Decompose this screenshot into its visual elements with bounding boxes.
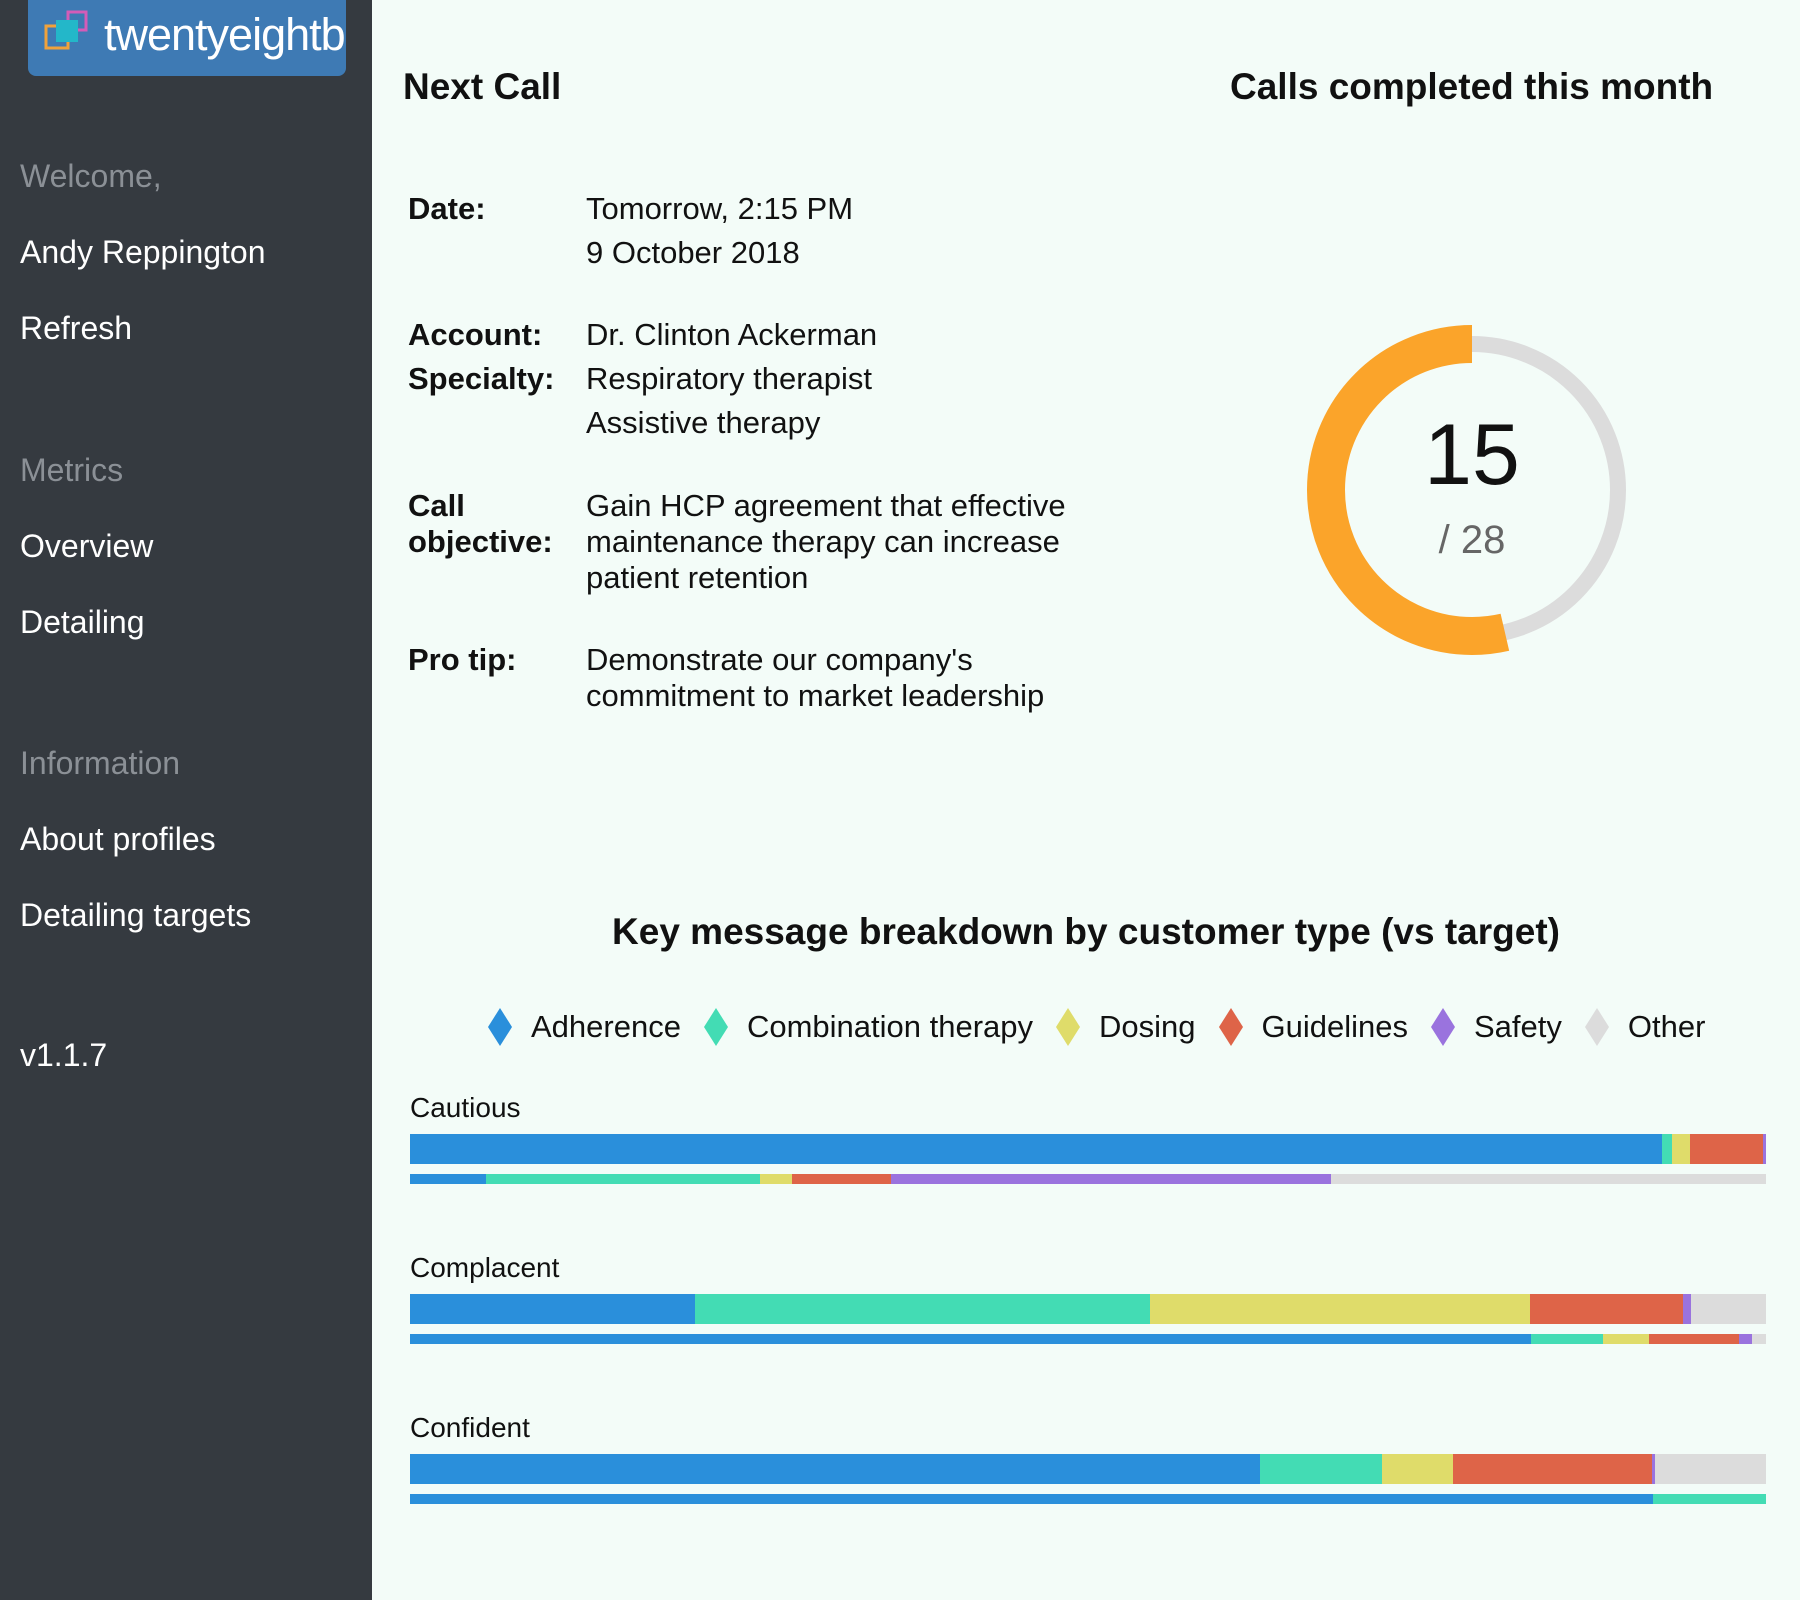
legend-item: Adherence xyxy=(487,1006,681,1048)
actual-segment[interactable] xyxy=(1661,1134,1673,1164)
bar-row: Complacent xyxy=(410,1252,1766,1344)
target-bar xyxy=(410,1334,1766,1344)
specialty-value-2: Assistive therapy xyxy=(586,405,821,440)
legend-item: Combination therapy xyxy=(703,1006,1033,1048)
target-segment[interactable] xyxy=(1603,1334,1650,1344)
calls-completed-count: 15 xyxy=(1424,407,1520,503)
target-segment[interactable] xyxy=(891,1174,1331,1184)
legend-label: Guidelines xyxy=(1261,1009,1408,1044)
legend-swatch xyxy=(488,1008,512,1046)
welcome-label: Welcome, xyxy=(20,158,162,194)
actual-segment[interactable] xyxy=(1672,1134,1691,1164)
target-segment[interactable] xyxy=(1738,1334,1753,1344)
sidebar-item-detailing[interactable]: Detailing xyxy=(20,604,145,641)
sidebar-item-detailing-targets[interactable]: Detailing targets xyxy=(20,897,251,934)
sidebar: twentyeightb Welcome, Andy Reppington Re… xyxy=(0,0,372,1600)
objective-label-line2: objective: xyxy=(408,524,553,559)
objective-value: Gain HCP agreement that effective mainte… xyxy=(586,488,1066,595)
sidebar-item-about-profiles[interactable]: About profiles xyxy=(20,821,216,858)
actual-segment[interactable] xyxy=(410,1134,1662,1164)
target-segment[interactable] xyxy=(410,1174,486,1184)
actual-bar xyxy=(410,1134,1766,1164)
legend-swatch xyxy=(1584,1008,1609,1046)
bar-category-label: Confident xyxy=(410,1412,530,1443)
version-label: v1.1.7 xyxy=(20,1037,108,1073)
pro-tip-label: Pro tip: xyxy=(408,642,517,677)
actual-segment[interactable] xyxy=(1654,1454,1766,1484)
target-bar xyxy=(410,1494,1766,1504)
actual-segment[interactable] xyxy=(1260,1454,1383,1484)
logo[interactable]: twentyeightb xyxy=(28,0,346,76)
legend-label: Safety xyxy=(1474,1009,1562,1044)
objective-label-line1: Call xyxy=(408,488,465,523)
calls-total: / 28 xyxy=(1438,518,1506,562)
date-label: Date: xyxy=(408,191,486,226)
logo-icon xyxy=(44,10,88,50)
target-segment[interactable] xyxy=(1531,1334,1604,1344)
bar-row: Cautious xyxy=(410,1092,1766,1184)
target-segment[interactable] xyxy=(1649,1334,1739,1344)
sidebar-item-overview[interactable]: Overview xyxy=(20,528,153,565)
legend-label: Combination therapy xyxy=(746,1009,1034,1044)
specialty-value-1: Respiratory therapist xyxy=(586,361,873,396)
actual-segment[interactable] xyxy=(1382,1454,1453,1484)
target-segment[interactable] xyxy=(792,1174,892,1184)
next-call-title: Next Call xyxy=(403,66,562,107)
actual-segment[interactable] xyxy=(1530,1294,1684,1324)
legend-item: Dosing xyxy=(1055,1006,1196,1048)
actual-segment[interactable] xyxy=(410,1294,695,1324)
actual-segment[interactable] xyxy=(1452,1454,1653,1484)
bar-category-label: Complacent xyxy=(410,1252,560,1283)
bar-category-label: Cautious xyxy=(410,1092,521,1123)
legend-label: Dosing xyxy=(1099,1009,1196,1044)
calls-completed-title: Calls completed this month xyxy=(1230,66,1714,107)
legend-label: Other xyxy=(1627,1009,1706,1044)
legend-item: Safety xyxy=(1430,1006,1562,1048)
pro-tip-value: Demonstrate our company's commitment to … xyxy=(586,642,1045,713)
chart-title: Key message breakdown by customer type (… xyxy=(612,911,1560,952)
legend-swatch xyxy=(1218,1008,1243,1046)
account-value: Dr. Clinton Ackerman xyxy=(586,317,878,352)
actual-bar xyxy=(410,1454,1766,1484)
user-name[interactable]: Andy Reppington xyxy=(20,234,266,271)
actual-segment[interactable] xyxy=(1683,1294,1692,1324)
account-label: Account: xyxy=(408,317,543,352)
specialty-label: Specialty: xyxy=(408,361,555,396)
legend-label: Adherence xyxy=(531,1009,681,1044)
target-segment[interactable] xyxy=(485,1174,760,1184)
legend-swatch xyxy=(1056,1008,1081,1046)
actual-segment[interactable] xyxy=(694,1294,1151,1324)
actual-segment[interactable] xyxy=(1763,1134,1766,1164)
refresh-link[interactable]: Refresh xyxy=(20,310,132,347)
bar-row: Confident xyxy=(410,1412,1766,1504)
target-segment[interactable] xyxy=(1330,1174,1766,1184)
actual-segment[interactable] xyxy=(1150,1294,1531,1324)
main-content: Next Call Date: Tomorrow, 2:15 PM 9 Octo… xyxy=(372,0,1800,1600)
target-segment[interactable] xyxy=(410,1334,1532,1344)
target-bar xyxy=(410,1174,1766,1184)
legend-swatch xyxy=(1431,1008,1455,1046)
legend-swatch xyxy=(703,1008,728,1046)
target-segment[interactable] xyxy=(1653,1494,1766,1504)
information-section-label: Information xyxy=(20,745,181,781)
target-segment[interactable] xyxy=(759,1174,793,1184)
logo-text: twentyeightb xyxy=(104,9,346,60)
date-value-date: 9 October 2018 xyxy=(586,235,800,270)
actual-segment[interactable] xyxy=(410,1454,1261,1484)
legend-item: Guidelines xyxy=(1218,1006,1408,1048)
actual-segment[interactable] xyxy=(1690,1134,1764,1164)
metrics-section-label: Metrics xyxy=(20,452,124,488)
legend-item: Other xyxy=(1584,1006,1706,1048)
target-segment[interactable] xyxy=(1752,1334,1766,1344)
target-segment[interactable] xyxy=(410,1494,1654,1504)
chart-legend: Adherence Combination therapy Dosing Guidel… xyxy=(487,1006,1727,1048)
actual-segment[interactable] xyxy=(1691,1294,1766,1324)
date-value-time: Tomorrow, 2:15 PM xyxy=(586,191,854,226)
actual-bar xyxy=(410,1294,1766,1324)
